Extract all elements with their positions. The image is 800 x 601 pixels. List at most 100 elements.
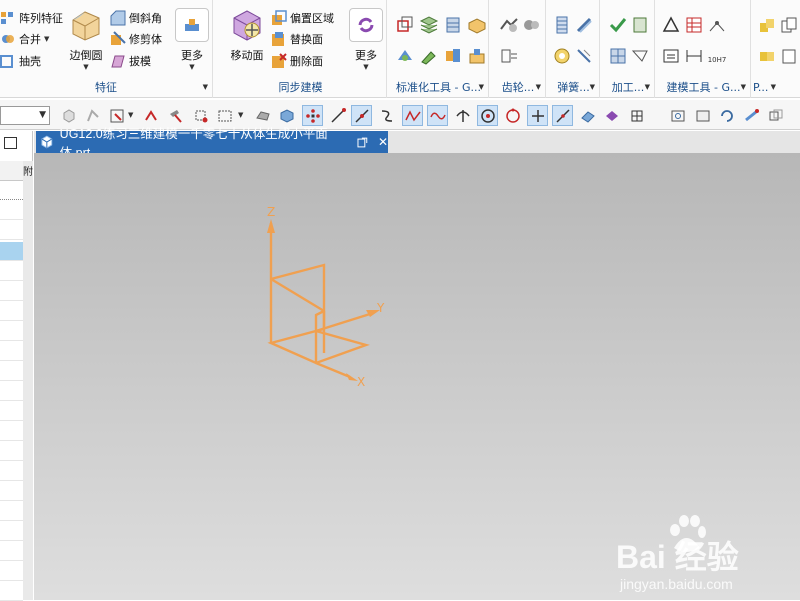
chevron-down-icon[interactable]: ▼: [590, 83, 595, 91]
nav-row[interactable]: [0, 542, 23, 561]
type-filter-select[interactable]: ▼: [0, 106, 50, 125]
face-point-icon[interactable]: [577, 105, 598, 126]
nav-row[interactable]: [0, 422, 23, 441]
shell-button[interactable]: 抽壳: [0, 51, 41, 71]
paste-icon[interactable]: [779, 46, 799, 66]
line-mid-icon[interactable]: [351, 105, 372, 126]
mesh-icon[interactable]: [626, 105, 647, 126]
spring-coil-icon[interactable]: [574, 15, 594, 35]
table-icon[interactable]: [684, 15, 704, 35]
rotate-icon[interactable]: [716, 105, 737, 126]
spring-disc-icon[interactable]: [552, 46, 572, 66]
spring-icon[interactable]: [552, 15, 572, 35]
wireframe-icon[interactable]: [395, 15, 415, 35]
fixture-icon[interactable]: [630, 15, 650, 35]
chevron-down-icon[interactable]: ▼: [189, 63, 194, 71]
chevron-down-icon[interactable]: ▼: [44, 35, 49, 43]
tool-icon[interactable]: [419, 46, 439, 66]
box-stack-2-icon[interactable]: [757, 46, 777, 66]
chevron-down-icon[interactable]: ▼: [741, 83, 746, 91]
layers-icon[interactable]: [419, 15, 439, 35]
pan-icon[interactable]: [741, 105, 762, 126]
sync-more-button[interactable]: 更多 ▼: [346, 8, 386, 71]
nav-row[interactable]: [0, 342, 23, 361]
gear-icon[interactable]: [499, 15, 519, 35]
gear-table-icon[interactable]: [499, 46, 519, 66]
chamfer-button[interactable]: 倒斜角: [110, 8, 162, 28]
nav-row[interactable]: [0, 462, 23, 481]
drill-icon[interactable]: [630, 46, 650, 66]
feature-more-button[interactable]: 更多 ▼: [172, 8, 212, 71]
chevron-down-icon[interactable]: ▼: [479, 83, 484, 91]
nav-row[interactable]: [0, 221, 23, 240]
parts-icon[interactable]: [443, 46, 463, 66]
nav-row[interactable]: [0, 502, 23, 521]
nav-row[interactable]: [0, 302, 23, 321]
triangle-icon[interactable]: [661, 15, 681, 35]
nav-row[interactable]: [0, 582, 23, 601]
dimension-icon[interactable]: [684, 46, 704, 66]
quadrant-point-icon[interactable]: [502, 105, 523, 126]
pattern-feature-button[interactable]: 阵列特征: [0, 8, 63, 28]
chevron-down-icon[interactable]: ▼: [83, 63, 88, 71]
nav-row[interactable]: [0, 362, 23, 381]
chevron-down-icon[interactable]: ▼: [238, 111, 243, 119]
edge-blend-button[interactable]: 边倒圆 ▼: [66, 8, 106, 71]
undock-icon[interactable]: [357, 137, 368, 148]
spline-icon[interactable]: [402, 105, 423, 126]
chevron-down-icon[interactable]: ▼: [128, 111, 133, 119]
close-icon[interactable]: ✕: [378, 135, 388, 149]
chevron-down-icon[interactable]: ▼: [39, 110, 46, 120]
nav-scrollbar[interactable]: 附: [23, 161, 33, 600]
offset-region-button[interactable]: 偏置区域: [271, 8, 334, 28]
nav-row[interactable]: [0, 482, 23, 501]
tag-icon[interactable]: [467, 15, 487, 35]
component-icon[interactable]: [467, 46, 487, 66]
database-icon[interactable]: [443, 15, 463, 35]
nav-row[interactable]: [0, 522, 23, 541]
view-orient-icon[interactable]: [765, 105, 786, 126]
nav-row-selected[interactable]: [0, 242, 23, 261]
nav-row[interactable]: [0, 562, 23, 581]
chevron-down-icon[interactable]: ▼: [536, 83, 541, 91]
nav-row[interactable]: [0, 201, 23, 220]
chevron-down-icon[interactable]: ▼: [363, 63, 368, 71]
chevron-down-icon[interactable]: ▼: [771, 83, 776, 91]
spring-remove-icon[interactable]: [574, 46, 594, 66]
gear-mesh-icon[interactable]: [521, 15, 541, 35]
curve-icon[interactable]: [376, 105, 397, 126]
checkmark-icon[interactable]: [608, 15, 628, 35]
maximize-icon[interactable]: [4, 137, 17, 149]
nav-row[interactable]: [0, 442, 23, 461]
nav-row[interactable]: [0, 402, 23, 421]
face-select-icon[interactable]: [601, 105, 622, 126]
point-on-line-icon[interactable]: [552, 105, 573, 126]
nav-row[interactable]: [0, 282, 23, 301]
gear-shape-icon[interactable]: [395, 46, 415, 66]
draft-button[interactable]: 拔模: [110, 51, 151, 71]
point-on-curve-icon[interactable]: [527, 105, 548, 126]
nav-row[interactable]: [0, 382, 23, 401]
combine-button[interactable]: 合并 ▼: [0, 29, 49, 49]
delete-face-button[interactable]: 删除面: [271, 51, 323, 71]
text-box-icon[interactable]: [661, 46, 681, 66]
document-tab[interactable]: UG12.0练习三维建模一千零七十从体生成小平面体.prt ✕: [36, 127, 388, 160]
nav-row[interactable]: [0, 181, 23, 200]
measure-icon[interactable]: [707, 15, 727, 35]
zoom-window-icon[interactable]: [692, 105, 713, 126]
trim-body-button[interactable]: 修剪体: [110, 29, 162, 49]
chevron-down-icon[interactable]: ▼: [203, 83, 208, 91]
move-face-button[interactable]: 移动面: [225, 8, 269, 63]
nav-row[interactable]: [0, 262, 23, 281]
copy-icon[interactable]: [779, 15, 799, 35]
wave-icon[interactable]: [427, 105, 448, 126]
nav-row[interactable]: [0, 322, 23, 341]
box-stack-icon[interactable]: [757, 15, 777, 35]
grid-icon[interactable]: [608, 46, 628, 66]
chevron-down-icon[interactable]: ▼: [645, 83, 650, 91]
intersection-icon[interactable]: [452, 105, 473, 126]
view-fit-icon[interactable]: [667, 105, 688, 126]
arc-center-icon[interactable]: [477, 105, 498, 126]
replace-face-button[interactable]: 替换面: [271, 29, 323, 49]
tolerance-icon[interactable]: 10H7: [707, 46, 727, 66]
